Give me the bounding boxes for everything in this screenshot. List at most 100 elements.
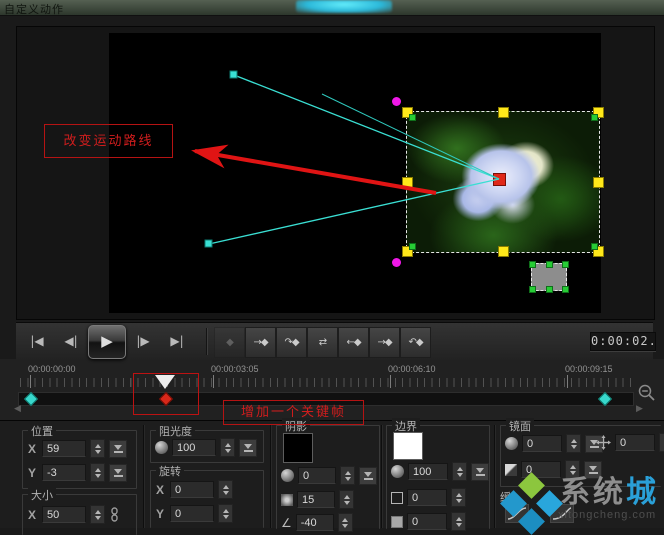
column-separator <box>381 425 383 528</box>
path-rotate-right-button[interactable]: ↶◆ <box>400 327 431 358</box>
opacity-input[interactable] <box>172 439 216 456</box>
size-x-label: X <box>28 508 38 522</box>
rotate-dot-bottom[interactable] <box>392 258 401 267</box>
border-soft-spinner[interactable] <box>451 488 466 507</box>
previous-frame-button[interactable]: ◀| <box>56 328 86 355</box>
rotation-y-spinner[interactable] <box>218 504 233 523</box>
watermark-logo-diamond-bottom <box>518 508 545 535</box>
rotation-y-input[interactable] <box>170 505 214 522</box>
opacity-ease-button[interactable] <box>239 439 257 457</box>
group-shadow: 阴影 ∠ <box>276 425 380 529</box>
column-separator <box>494 425 496 528</box>
rotation-x-spinner[interactable] <box>218 480 233 499</box>
zoom-out-icon[interactable] <box>638 384 656 402</box>
go-to-start-button[interactable]: |◀ <box>22 328 52 355</box>
rotation-x-label: X <box>156 483 166 497</box>
proxy-handle-bm[interactable] <box>546 286 553 293</box>
border-size-input[interactable] <box>407 513 447 530</box>
shadow-color-swatch[interactable] <box>283 433 313 463</box>
shadow-blur-spinner[interactable] <box>340 466 355 485</box>
position-y-ease-button[interactable] <box>109 464 127 482</box>
mirror-opacity-input[interactable] <box>522 435 562 452</box>
shadow-angle-spinner[interactable] <box>338 513 353 532</box>
position-y-spinner[interactable] <box>90 463 105 482</box>
move-icon <box>596 435 611 450</box>
shadow-blur-input[interactable] <box>298 467 336 484</box>
resize-handle-tm[interactable] <box>498 107 509 118</box>
size-link-icon[interactable] <box>109 507 120 522</box>
flower-clip-object[interactable] <box>406 111 600 253</box>
proxy-handle-tl[interactable] <box>529 261 536 268</box>
border-soft-icon <box>391 492 403 504</box>
rotation-y-label: Y <box>156 507 166 521</box>
go-to-end-button[interactable]: ▶| <box>162 328 192 355</box>
size-x-input[interactable] <box>42 506 86 523</box>
border-size-spinner[interactable] <box>451 512 466 531</box>
position-x-spinner[interactable] <box>90 439 105 458</box>
shadow-angle-input[interactable] <box>296 514 334 531</box>
path-move-left-button[interactable]: ←◆ <box>338 327 369 358</box>
titlebar-highlight <box>296 0 392 13</box>
timeline-scroll-left-icon[interactable]: ◀ <box>14 404 21 414</box>
mirror-opacity-icon <box>505 437 518 450</box>
border-opacity-spinner[interactable] <box>452 462 467 481</box>
current-keyframe-marker[interactable] <box>493 173 506 186</box>
proxy-box[interactable] <box>531 263 567 291</box>
shadow-size-input[interactable] <box>297 491 335 508</box>
proxy-handle-tm[interactable] <box>546 261 553 268</box>
path-reverse-button[interactable]: ⇄ <box>307 327 338 358</box>
major-tick <box>30 375 31 388</box>
shadow-ease-button[interactable] <box>359 467 377 485</box>
watermark-logo-diamond-top <box>518 472 545 499</box>
play-button[interactable]: ▶ <box>88 325 126 359</box>
corner-handle-tr[interactable] <box>591 114 598 121</box>
shadow-size-spinner[interactable] <box>339 490 354 509</box>
timeline-ruler-ticks <box>20 378 632 387</box>
annotation-change-path: 改变运动路线 <box>44 124 173 158</box>
resize-handle-mr[interactable] <box>593 177 604 188</box>
preview-panel: 改变运动路线 <box>16 26 655 320</box>
position-x-ease-button[interactable] <box>109 440 127 458</box>
mirror-offset-input[interactable] <box>615 434 655 451</box>
proxy-handle-tr[interactable] <box>562 261 569 268</box>
border-size-icon <box>391 516 403 528</box>
position-x-label: X <box>28 442 38 456</box>
mirror-offset-spinner[interactable] <box>659 433 664 452</box>
major-tick <box>567 375 568 388</box>
resize-handle-ml[interactable] <box>402 177 413 188</box>
resize-handle-bm[interactable] <box>498 246 509 257</box>
proxy-handle-bl[interactable] <box>529 286 536 293</box>
next-frame-button[interactable]: |▶ <box>128 328 158 355</box>
position-x-input[interactable] <box>42 440 86 457</box>
border-opacity-input[interactable] <box>408 463 448 480</box>
dialog-titlebar: 自定义动作 <box>0 0 664 16</box>
group-size-title: 大小 <box>28 487 56 503</box>
rotate-dot-top[interactable] <box>392 97 401 106</box>
proxy-handle-br[interactable] <box>562 286 569 293</box>
size-x-spinner[interactable] <box>90 505 105 524</box>
dialog-title: 自定义动作 <box>4 1 64 17</box>
timeline-label-3: 00:00:09:15 <box>565 364 613 374</box>
border-ease-button[interactable] <box>471 463 489 481</box>
group-opacity-title: 阻光度 <box>156 423 195 439</box>
position-y-input[interactable] <box>42 464 86 481</box>
corner-handle-bl[interactable] <box>409 243 416 250</box>
corner-handle-tl[interactable] <box>409 114 416 121</box>
border-color-swatch[interactable] <box>393 432 423 460</box>
timeline-label-2: 00:00:06:10 <box>388 364 436 374</box>
group-opacity: 阻光度 <box>150 430 264 463</box>
group-rotation: 旋转 X Y <box>150 470 264 528</box>
rotation-x-input[interactable] <box>170 481 214 498</box>
path-rotate-left-button[interactable]: ↷◆ <box>276 327 307 358</box>
watermark: 系统城 xitongcheng.com <box>505 468 664 527</box>
column-separator <box>143 425 145 528</box>
watermark-brand-blue: 城 <box>626 476 659 509</box>
group-border: 边界 <box>386 425 490 529</box>
mirror-opacity-spinner[interactable] <box>566 434 581 453</box>
opacity-spinner[interactable] <box>220 438 235 457</box>
path-move-right-button[interactable]: →◆ <box>245 327 276 358</box>
timeline-scroll-right-icon[interactable]: ▶ <box>636 404 643 414</box>
border-soft-input[interactable] <box>407 489 447 506</box>
path-move-forward-button[interactable]: →◆ <box>369 327 400 358</box>
corner-handle-br[interactable] <box>591 243 598 250</box>
